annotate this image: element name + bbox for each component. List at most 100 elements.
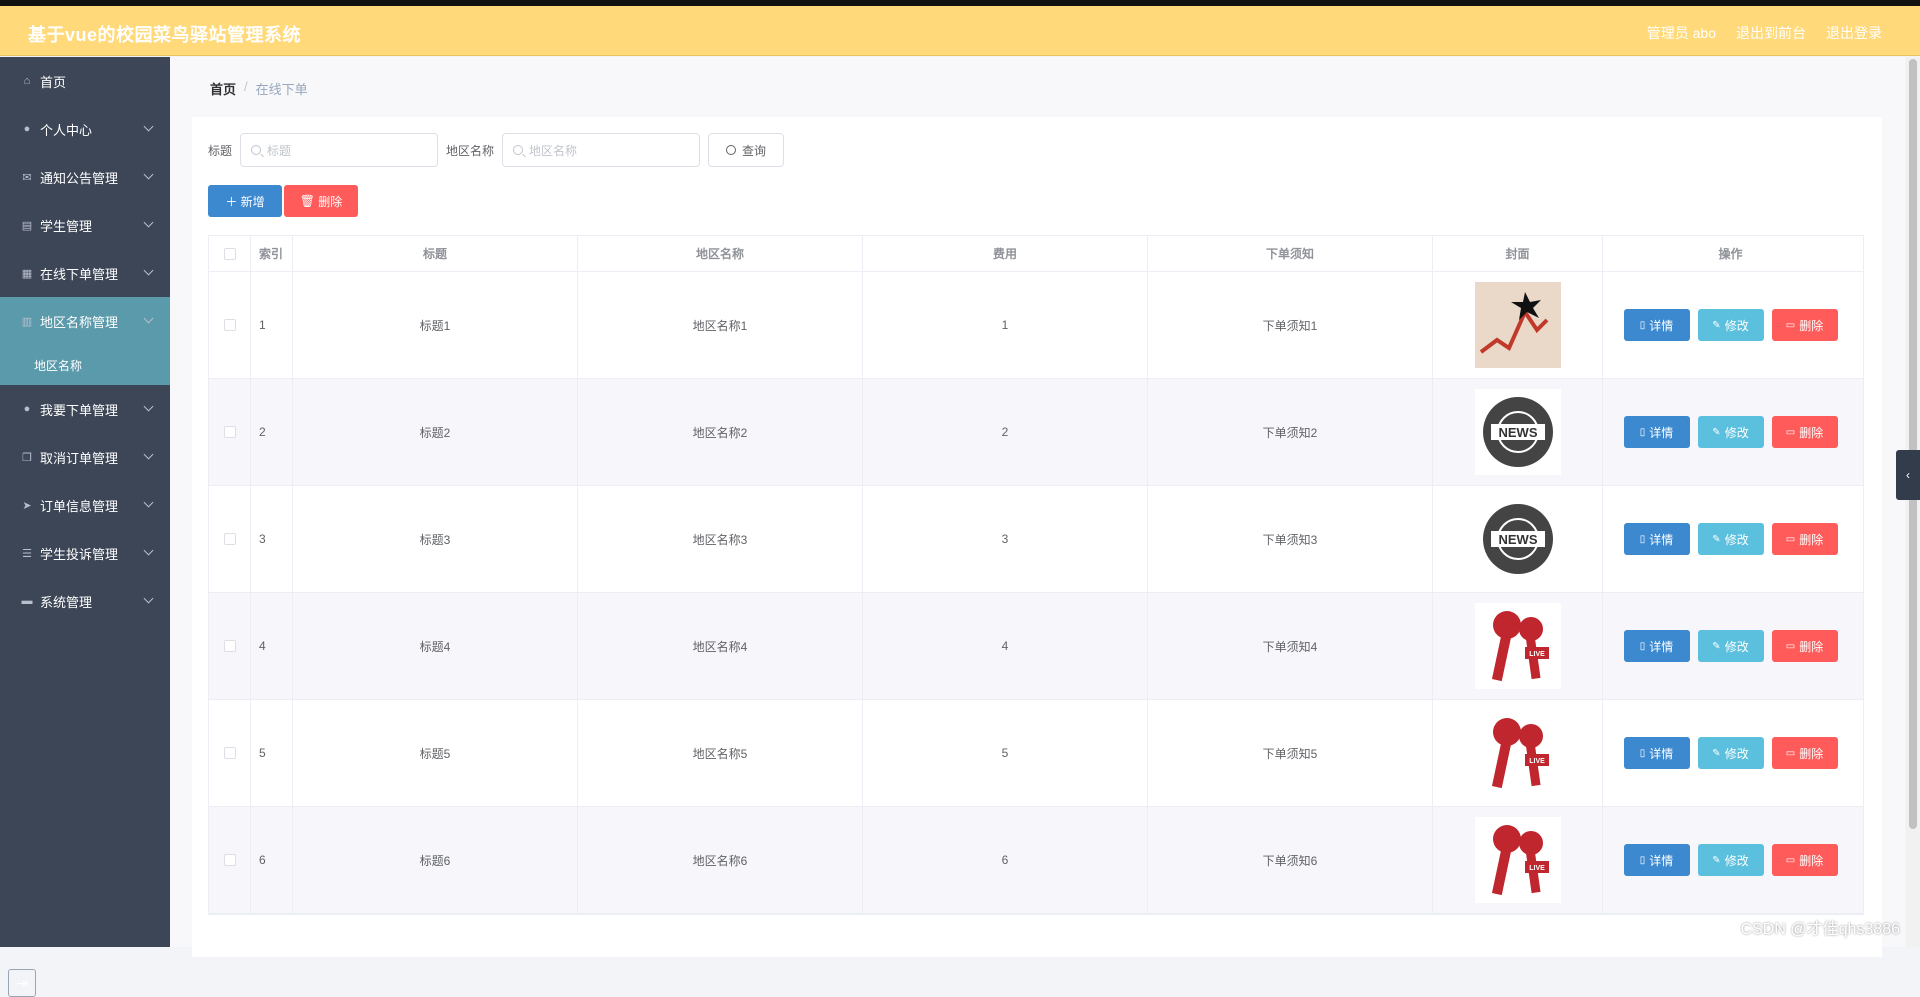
delete-button[interactable]: ▭ 删除	[1772, 523, 1838, 555]
chevron-down-icon	[144, 314, 154, 324]
edit-button[interactable]: ✎修改	[1698, 309, 1764, 341]
cell-notice: 下单须知1	[1148, 272, 1433, 378]
svg-text:NEWS: NEWS	[1498, 532, 1537, 547]
chevron-down-icon	[144, 170, 154, 180]
delete-button[interactable]: ▭删除	[1772, 737, 1838, 769]
logout-link[interactable]: 退出登录	[1826, 23, 1882, 43]
header-ops: 操作	[1603, 236, 1858, 271]
sidebar-item-my-order[interactable]: ● 我要下单管理	[0, 385, 170, 433]
title-search-input[interactable]: 标题	[240, 133, 438, 167]
edit-button[interactable]: ✎修改	[1698, 844, 1764, 876]
detail-button[interactable]: ▯详情	[1624, 737, 1690, 769]
cell-ops: ▯详情 ✎修改 ▭ 删除	[1603, 486, 1858, 592]
row-checkbox[interactable]	[224, 854, 236, 866]
search-icon	[251, 145, 261, 155]
select-all-checkbox[interactable]	[224, 248, 236, 260]
detail-label: 详情	[1649, 745, 1673, 762]
cell-cover: LIVE	[1433, 807, 1603, 913]
detail-button[interactable]: ▯详情	[1624, 630, 1690, 662]
row-actions: ▯详情 ✎ 修改 ▭删除	[1624, 416, 1838, 448]
detail-button[interactable]: ▯详情	[1624, 309, 1690, 341]
front-link[interactable]: 退出到前台	[1736, 23, 1806, 43]
sidebar-subitem-label: 地区名称	[34, 357, 82, 374]
query-button[interactable]: 查询	[708, 133, 784, 167]
detail-label: 详情	[1649, 638, 1673, 655]
side-drawer-toggle[interactable]: ‹	[1896, 450, 1920, 500]
trash-icon: ▭	[1786, 855, 1795, 866]
edit-icon: ✎	[1712, 855, 1720, 866]
delete-label: 删除	[1799, 531, 1823, 548]
row-actions: ▯详情 ✎修改 ▭ 删除	[1624, 523, 1838, 555]
sidebar-subitem-area-name[interactable]: 地区名称	[0, 345, 170, 385]
bank-icon: ▦	[20, 266, 34, 280]
sidebar-item-label: 首页	[40, 72, 66, 91]
cell-notice: 下单须知2	[1148, 379, 1433, 485]
detail-button[interactable]: ▯详情	[1624, 523, 1690, 555]
cell-area: 地区名称1	[578, 272, 863, 378]
list-icon: ☰	[20, 546, 34, 560]
search-icon	[513, 145, 523, 155]
trash-icon: ▭	[1786, 534, 1795, 545]
sidebar-item-order-info[interactable]: ➤ 订单信息管理	[0, 481, 170, 529]
home-icon: ⌂	[20, 74, 34, 88]
row-checkbox[interactable]	[224, 640, 236, 652]
page-scrollbar[interactable]	[1906, 57, 1920, 947]
document-icon: ▯	[1640, 427, 1646, 438]
cover-image[interactable]: LIVE	[1475, 603, 1561, 689]
delete-button[interactable]: ▭删除	[1772, 630, 1838, 662]
delete-button[interactable]: ▭删除	[1772, 416, 1838, 448]
sidebar-item-notice[interactable]: ✉ 通知公告管理	[0, 153, 170, 201]
cover-image[interactable]: NEWS	[1475, 389, 1561, 475]
cover-image[interactable]: LIVE	[1475, 817, 1561, 903]
cover-image[interactable]: NEWS	[1475, 496, 1561, 582]
trash-icon: ▥	[20, 314, 34, 328]
row-checkbox[interactable]	[224, 747, 236, 759]
edit-button[interactable]: ✎修改	[1698, 523, 1764, 555]
edit-button[interactable]: ✎修改	[1698, 630, 1764, 662]
area-search-input[interactable]: 地区名称	[502, 133, 700, 167]
breadcrumb-home[interactable]: 首页	[210, 79, 236, 98]
row-checkbox[interactable]	[224, 533, 236, 545]
document-icon: ▯	[1640, 641, 1646, 652]
row-select-cell	[209, 379, 251, 485]
sidebar-item-home[interactable]: ⌂ 首页	[0, 57, 170, 105]
row-checkbox[interactable]	[224, 426, 236, 438]
batch-delete-button[interactable]: 🗑 删除	[284, 185, 358, 217]
cell-title: 标题3	[293, 486, 578, 592]
sidebar-item-online-order[interactable]: ▦ 在线下单管理	[0, 249, 170, 297]
edit-icon: ✎	[1712, 427, 1720, 438]
add-button[interactable]: ＋ 新增	[208, 185, 282, 217]
cover-image[interactable]	[1475, 282, 1561, 368]
delete-button[interactable]: ▭删除	[1772, 309, 1838, 341]
user-icon: ●	[20, 122, 34, 136]
cell-notice: 下单须知4	[1148, 593, 1433, 699]
scrollbar-thumb[interactable]	[1909, 59, 1917, 829]
sidebar-item-label: 学生投诉管理	[40, 544, 118, 563]
title-placeholder: 标题	[267, 142, 291, 159]
edit-label: 修改	[1725, 745, 1749, 762]
row-checkbox[interactable]	[224, 319, 236, 331]
sidebar-item-personal[interactable]: ● 个人中心	[0, 105, 170, 153]
table-row: 5 标题5 地区名称5 5 下单须知5 LIVE ▯详情 ✎修改 ▭删除	[209, 700, 1863, 807]
sidebar-item-system[interactable]: ▬ 系统管理	[0, 577, 170, 625]
sidebar-item-label: 地区名称管理	[40, 312, 118, 331]
edit-button[interactable]: ✎修改	[1698, 737, 1764, 769]
collapse-sidebar-icon[interactable]: ⇥	[8, 969, 36, 997]
area-placeholder: 地区名称	[529, 142, 577, 159]
sidebar-item-cancel-order[interactable]: ❐ 取消订单管理	[0, 433, 170, 481]
detail-button[interactable]: ▯详情	[1624, 844, 1690, 876]
header-area: 地区名称	[578, 236, 863, 271]
edit-button[interactable]: ✎ 修改	[1698, 416, 1764, 448]
cell-fee: 6	[863, 807, 1148, 913]
sidebar-item-students[interactable]: ▤ 学生管理	[0, 201, 170, 249]
row-select-cell	[209, 593, 251, 699]
cover-image[interactable]: LIVE	[1475, 710, 1561, 796]
edit-label: 修改	[1725, 424, 1749, 441]
sidebar-item-complaints[interactable]: ☰ 学生投诉管理	[0, 529, 170, 577]
sidebar-item-area[interactable]: ▥ 地区名称管理	[0, 297, 170, 345]
clipboard-icon: ▤	[20, 218, 34, 232]
detail-button[interactable]: ▯详情	[1624, 416, 1690, 448]
edit-icon: ✎	[1712, 320, 1720, 331]
cell-ops: ▯详情 ✎修改 ▭删除	[1603, 807, 1858, 913]
delete-button[interactable]: ▭删除	[1772, 844, 1838, 876]
